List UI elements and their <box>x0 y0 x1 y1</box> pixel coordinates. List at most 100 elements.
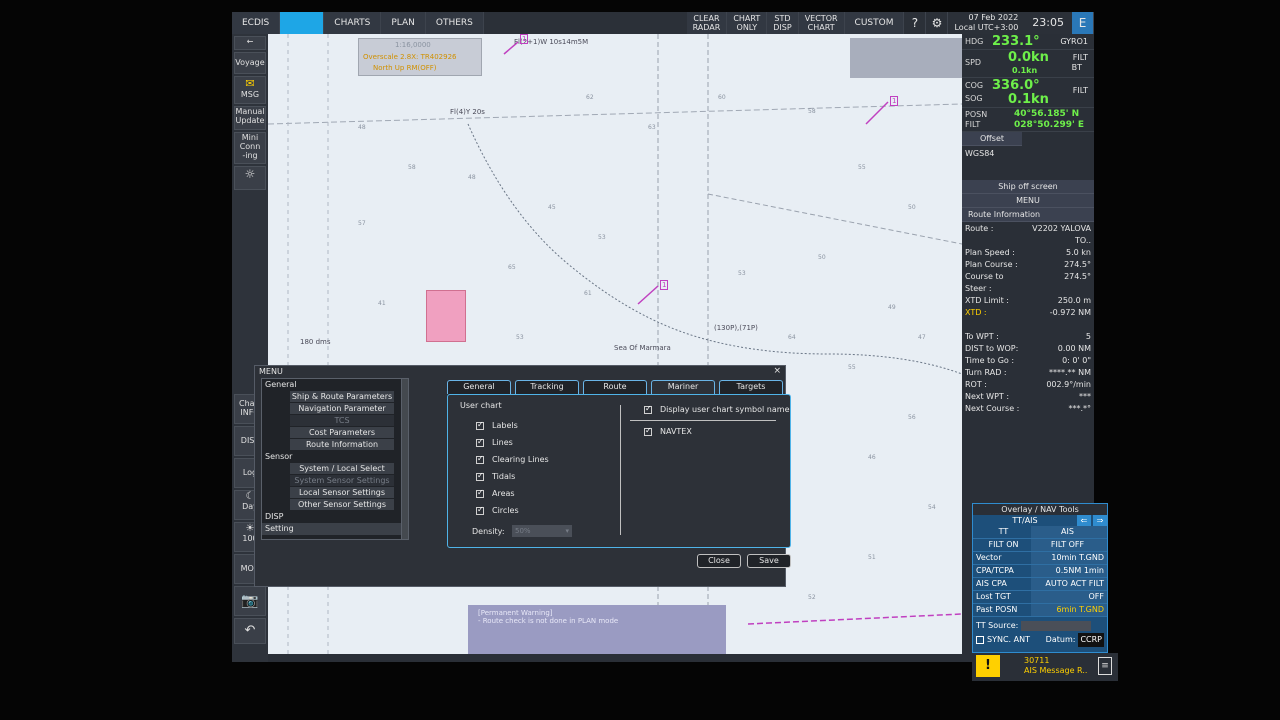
checkbox-lines[interactable]: Lines <box>476 434 549 451</box>
tt-row[interactable]: Vector 10min T.GND <box>973 552 1107 565</box>
tree-item[interactable]: Ship & Route Parameters <box>290 391 394 403</box>
voyage-button[interactable]: Voyage <box>234 52 266 74</box>
tree-item[interactable]: Local Sensor Settings <box>290 487 394 499</box>
tab-charts[interactable]: CHARTS <box>324 12 382 34</box>
clear-radar-button[interactable]: CLEAR RADAR <box>686 12 728 34</box>
chart-only-button[interactable]: CHART ONLY <box>727 12 768 34</box>
overscale-panel: 1:16,0000 Overscale 2.8X: TR402926 North… <box>358 38 482 76</box>
checkbox-tidals[interactable]: Tidals <box>476 468 549 485</box>
brightness-tool-icon[interactable]: ☼ <box>234 166 266 190</box>
top-toolbar: ECDIS CHARTS PLAN OTHERS CLEAR RADAR CHAR… <box>232 12 1094 34</box>
hdg-row: HDG 233.1° GYRO1 <box>962 34 1094 50</box>
overscale-label: Overscale 2.8X: TR402926 <box>363 53 457 61</box>
waypoint-marker[interactable]: 1 <box>520 34 529 44</box>
waypoint-marker[interactable]: 1 <box>660 280 669 290</box>
checkbox-clearing-lines[interactable]: Clearing Lines <box>476 451 549 468</box>
tree-item[interactable]: Other Sensor Settings <box>290 499 394 511</box>
alarm-code: 30711 <box>1024 656 1050 665</box>
tab-active[interactable] <box>280 12 325 34</box>
mini-conning-button[interactable]: Mini Conn -ing <box>234 132 266 164</box>
tab-ecdis[interactable]: ECDIS <box>232 12 281 34</box>
menu-button[interactable]: MENU <box>962 194 1094 208</box>
custom-button[interactable]: CUSTOM <box>844 12 905 34</box>
undo-icon[interactable]: ↶ <box>234 618 266 644</box>
checkbox-circles[interactable]: Circles <box>476 502 549 519</box>
e-button[interactable]: E <box>1072 12 1094 34</box>
tree-item[interactable]: Navigation Parameter <box>290 403 394 415</box>
tab-general[interactable]: General <box>447 380 511 394</box>
save-button[interactable]: Save <box>747 554 791 568</box>
tab-mariner[interactable]: Mariner <box>651 380 715 394</box>
tree-scrollbar[interactable] <box>401 378 409 540</box>
scale-info-panel <box>850 38 962 78</box>
msg-button[interactable]: ✉ MSG <box>234 76 266 104</box>
warning-icon[interactable]: ! <box>976 655 1000 677</box>
arrow-left-icon[interactable]: ⇐ <box>1077 515 1091 526</box>
tree-item: System Sensor Settings <box>290 475 394 487</box>
alarm-text[interactable]: AIS Message R.. <box>1024 666 1087 675</box>
scale-hint: 1:16,0000 <box>395 41 431 49</box>
overlay-header[interactable]: Overlay / NAV Tools <box>973 504 1107 515</box>
spd-row: SPD 0.0kn 0.1kn FILT BT <box>962 50 1094 78</box>
vector-chart-button[interactable]: VECTOR CHART <box>798 12 845 34</box>
sea-name: Sea Of Marmara <box>614 344 671 352</box>
list-icon[interactable]: ≡ <box>1098 657 1112 675</box>
checkbox-navtex[interactable]: NAVTEX <box>644 423 789 440</box>
ship-off-screen-button[interactable]: Ship off screen <box>962 180 1094 194</box>
checkbox-areas[interactable]: Areas <box>476 485 549 502</box>
tree-section[interactable]: Setting <box>262 523 406 535</box>
tab-others[interactable]: OTHERS <box>425 12 484 34</box>
arrow-right-icon[interactable]: ⇒ <box>1093 515 1107 526</box>
checkbox-symbol-name[interactable]: Display user chart symbol name <box>644 401 789 418</box>
menu-title: MENU <box>259 367 283 376</box>
tt-ais-panel: Overlay / NAV Tools TT/AIS ⇐ ⇒ TT AIS FIL… <box>972 503 1108 653</box>
back-icon[interactable]: ← <box>234 36 266 50</box>
route-info-row: DIST to WOP: 0.00 NM <box>965 344 1091 353</box>
tree-section[interactable]: DISP <box>262 511 406 523</box>
route-info-row <box>962 319 1094 331</box>
options-divider <box>630 420 776 421</box>
tab-route[interactable]: Route <box>583 380 647 394</box>
restricted-area <box>426 290 466 342</box>
panel-divider <box>620 405 621 535</box>
tt-source-select[interactable] <box>1020 620 1091 631</box>
mariner-tab-panel: User chart Labels Lines Clearing Lines T… <box>447 394 791 548</box>
offset-button[interactable]: Offset <box>962 132 1022 146</box>
route-info-header[interactable]: Route Information <box>962 208 1094 222</box>
tree-item[interactable]: System / Local Select <box>290 463 394 475</box>
tree-section[interactable]: General <box>262 379 406 391</box>
waypoint-marker[interactable]: 1 <box>890 96 899 106</box>
camera-icon[interactable]: 📷 <box>234 586 266 616</box>
clock: 23:05 <box>1032 16 1064 29</box>
tt-row[interactable]: Past POSN 6min T.GND <box>973 604 1107 617</box>
help-icon[interactable]: ? <box>904 12 927 34</box>
checkbox-labels[interactable]: Labels <box>476 417 549 434</box>
heading-value: 233.1° <box>992 34 1040 49</box>
std-disp-button[interactable]: STD DISP <box>767 12 799 34</box>
tree-item[interactable]: Route Information <box>290 439 394 451</box>
tab-targets[interactable]: Targets <box>719 380 783 394</box>
route-info-row: Plan Course :274.5° <box>965 260 1091 269</box>
user-chart-heading: User chart <box>460 401 502 410</box>
tt-row[interactable]: Lost TGT OFF <box>973 591 1107 604</box>
route-info-row: ROT :002.9°/min <box>965 380 1091 389</box>
tt-ais-title: TT/AIS ⇐ ⇒ <box>973 515 1107 526</box>
ais-filter[interactable]: FILT OFF <box>1031 539 1107 551</box>
settings-icon[interactable]: ⚙ <box>926 12 949 34</box>
sync-checkbox[interactable] <box>976 636 984 644</box>
route-info-row: Next Course : ***.*° <box>965 404 1091 413</box>
close-button[interactable]: Close <box>697 554 741 568</box>
density-select[interactable]: 50% ▾ <box>512 525 572 537</box>
alarm-bar: ! 30711 AIS Message R.. ≡ <box>972 653 1118 681</box>
tt-row[interactable]: AIS CPA AUTO ACT FILT <box>973 578 1107 591</box>
tab-plan[interactable]: PLAN <box>381 12 426 34</box>
tab-tracking[interactable]: Tracking <box>515 380 579 394</box>
route-label: (130P),(71P) <box>714 324 758 332</box>
manual-update-button[interactable]: Manual Update <box>234 106 266 130</box>
tt-filter[interactable]: FILT ON <box>973 539 1031 551</box>
close-icon[interactable]: × <box>773 366 781 376</box>
tree-section[interactable]: Sensor <box>262 451 406 463</box>
tt-row[interactable]: CPA/TCPA 0.5NM 1min <box>973 565 1107 578</box>
north-up-label: North Up RM(OFF) <box>373 64 437 72</box>
tree-item[interactable]: Cost Parameters <box>290 427 394 439</box>
